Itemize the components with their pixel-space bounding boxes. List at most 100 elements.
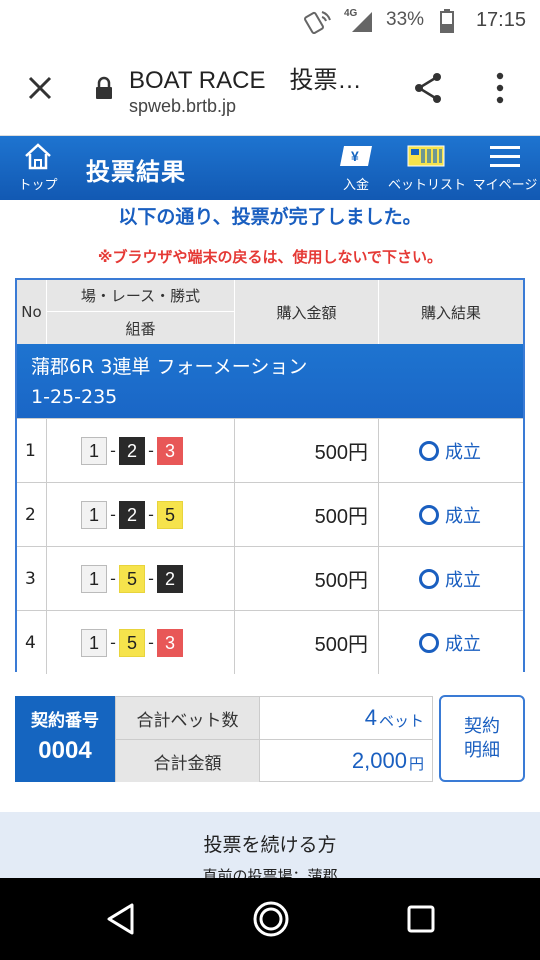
deposit-icon: ¥: [340, 146, 372, 166]
header-no: No: [17, 280, 47, 344]
row-combination: 1 - 2 - 3: [47, 419, 235, 482]
site-header: トップ 投票結果 ¥ 入金 ベットリスト マイページ: [0, 136, 540, 200]
recent-apps-icon[interactable]: [406, 904, 436, 934]
status-bar: 4G 33% 17:15: [0, 0, 540, 44]
bet-count-label: 合計ベット数: [116, 697, 260, 740]
row-no: 4: [17, 611, 47, 674]
clock: 17:15: [475, 9, 526, 31]
circle-icon: [419, 440, 439, 461]
table-header: No 場・レース・勝式 組番 購入金額 購入結果: [17, 280, 523, 344]
contract-number: 0004: [38, 737, 92, 764]
battery-icon: [440, 9, 454, 33]
wifi-calling-icon: [304, 11, 331, 34]
more-vert-icon[interactable]: [488, 70, 512, 106]
table-row: 2 1 - 2 - 5 500円 成立: [17, 482, 523, 546]
row-no: 1: [17, 419, 47, 482]
contract-detail-line1: 契約: [464, 716, 500, 737]
battery-percent: 33%: [386, 9, 425, 30]
nav-betlist-label: ベットリスト: [388, 178, 467, 193]
continue-voting-section[interactable]: 投票を続ける方 直前の投票場：蒲郡: [0, 812, 540, 878]
header-amount: 購入金額: [235, 280, 379, 344]
header-title: 投票結果: [86, 158, 186, 186]
boat-number: 1: [81, 564, 107, 593]
nav-betlist[interactable]: ベットリスト: [388, 144, 467, 193]
page-title[interactable]: BOAT RACE 投票…: [129, 60, 361, 95]
row-result: 成立: [379, 611, 523, 674]
row-combination: 1 - 5 - 2: [47, 547, 235, 610]
row-combination: 1 - 2 - 5: [47, 483, 235, 546]
svg-text:¥: ¥: [351, 148, 359, 164]
row-result: 成立: [379, 483, 523, 546]
bet-count-value: 4 ベット: [260, 697, 432, 740]
circle-icon: [419, 568, 439, 589]
contract-number-label: 契約番号: [31, 711, 99, 731]
table-row: 1 1 - 2 - 3 500円 成立: [17, 418, 523, 482]
nav-top-label: トップ: [18, 178, 58, 193]
betlist-icon: [407, 145, 445, 167]
lock-icon: [96, 76, 112, 99]
header-result: 購入結果: [420, 303, 481, 322]
total-amount-label: 合計金額: [116, 740, 260, 782]
row-no: 3: [17, 547, 47, 610]
boat-number: 5: [119, 628, 145, 657]
close-icon[interactable]: [24, 72, 56, 104]
continue-subtitle: 直前の投票場：蒲郡: [202, 867, 338, 878]
total-amount-value: 2,000 円: [260, 740, 432, 782]
bet-result-table: No 場・レース・勝式 組番 購入金額 購入結果 蒲郡6R 3連単 フォーメーシ…: [15, 278, 525, 674]
total-amount: 2,000: [351, 748, 407, 773]
completion-message: 以下の通り、投票が完了しました。: [118, 206, 422, 228]
table-row: 3 1 - 5 - 2 500円 成立: [17, 546, 523, 610]
contract-detail-button[interactable]: 契約 明細: [439, 695, 525, 782]
continue-title: 投票を続ける方: [203, 834, 337, 856]
nav-mypage[interactable]: マイページ: [470, 144, 540, 193]
header-race: 場・レース・勝式: [47, 280, 235, 312]
share-icon[interactable]: [410, 70, 446, 106]
row-result-text: 成立: [445, 441, 481, 463]
bet-count-unit: ベット: [378, 711, 424, 730]
row-result-text: 成立: [445, 633, 481, 655]
contract-number-box: 契約番号 0004: [15, 696, 115, 782]
boat-number: 2: [157, 564, 183, 593]
hamburger-icon: [490, 146, 520, 167]
system-navigation-bar: [0, 878, 540, 960]
race-name: 蒲郡6R 3連単 フォーメーション: [31, 356, 308, 378]
home-button-icon[interactable]: [252, 900, 290, 938]
signal-icon: [352, 12, 372, 32]
boat-number: 3: [157, 628, 183, 657]
back-icon[interactable]: [106, 902, 136, 936]
summary-table: 合計ベット数 4 ベット 合計金額 2,000 円: [115, 696, 433, 782]
row-amount: 500円: [235, 547, 379, 610]
total-amount-unit: 円: [408, 754, 424, 773]
warning-message: ※ブラウザや端末の戻るは、使用しないで下さい。: [97, 248, 443, 266]
contract-detail-line2: 明細: [464, 740, 500, 761]
nav-mypage-label: マイページ: [472, 178, 538, 193]
page-url[interactable]: spweb.brtb.jp: [129, 96, 236, 117]
row-amount: 500円: [235, 611, 379, 674]
header-combo: 組番: [47, 312, 235, 344]
row-amount: 500円: [235, 419, 379, 482]
row-combination: 1 - 5 - 3: [47, 611, 235, 674]
nav-deposit-label: 入金: [342, 178, 369, 193]
boat-number: 5: [119, 564, 145, 593]
boat-number: 2: [119, 436, 145, 465]
boat-number: 3: [157, 436, 183, 465]
boat-number: 1: [81, 628, 107, 657]
row-result: 成立: [379, 547, 523, 610]
row-amount: 500円: [235, 483, 379, 546]
bet-count: 4: [364, 705, 377, 730]
row-no: 2: [17, 483, 47, 546]
boat-number: 1: [81, 500, 107, 529]
table-row: 4 1 - 5 - 3 500円 成立: [17, 610, 523, 674]
boat-number: 1: [81, 436, 107, 465]
browser-toolbar: BOAT RACE 投票… spweb.brtb.jp: [0, 44, 540, 136]
circle-icon: [419, 504, 439, 525]
row-result-text: 成立: [445, 505, 481, 527]
row-result: 成立: [379, 419, 523, 482]
circle-icon: [419, 632, 439, 653]
row-result-text: 成立: [445, 569, 481, 591]
race-formation: 1-25-235: [31, 386, 118, 408]
boat-number: 2: [119, 500, 145, 529]
nav-deposit[interactable]: ¥ 入金: [336, 144, 376, 193]
nav-top[interactable]: トップ: [10, 142, 66, 193]
race-info-band: 蒲郡6R 3連単 フォーメーション 1-25-235: [17, 344, 523, 418]
